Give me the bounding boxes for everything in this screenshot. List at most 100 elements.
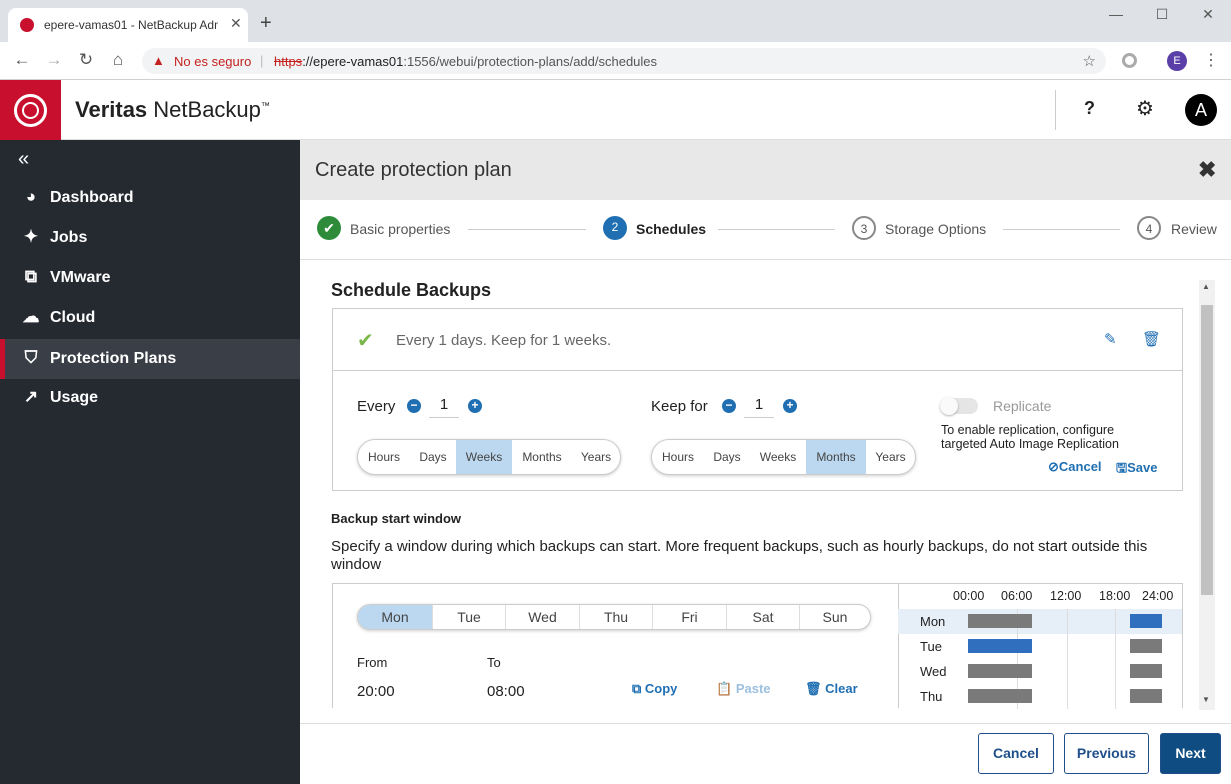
copy-label: Copy [644,681,678,696]
browser-menu-icon[interactable]: ⋮ [1203,50,1219,70]
every-unit-weeks[interactable]: Weeks [456,440,512,474]
window-bar-thu-morning[interactable] [968,689,1032,703]
extension-icon[interactable] [1122,53,1137,68]
bookmark-star-icon[interactable]: ☆ [1083,52,1096,70]
paste-icon: 📋 [716,681,736,696]
user-avatar[interactable]: A [1185,94,1217,126]
window-bar-tue-morning[interactable] [968,639,1032,653]
vmware-icon: ⧉ [24,267,38,286]
sidebar-item-cloud[interactable]: ☁ Cloud [0,298,300,338]
new-tab-button[interactable]: + [260,12,272,35]
edit-pencil-icon[interactable]: ✎ [1104,330,1117,348]
keep-for-label: Keep for [651,398,708,415]
window-bar-wed-morning[interactable] [968,664,1032,678]
close-dialog-icon[interactable]: ✖ [1198,157,1216,183]
reload-icon[interactable]: ↻ [74,50,98,70]
step-label-basic-properties[interactable]: Basic properties [350,221,450,237]
paste-label: Paste [735,681,771,696]
delete-trash-icon[interactable]: 🗑 [1142,330,1161,348]
scrollbar-thumb[interactable] [1201,305,1213,595]
window-bar-thu-evening[interactable] [1130,689,1162,703]
save-disk-icon: 🖫 [1116,460,1128,475]
keep-unit-years[interactable]: Years [866,440,915,474]
from-time-input[interactable]: 20:00 [357,683,395,700]
keep-unit-selector: Hours Days Weeks Months Years [651,439,916,475]
veritas-logo[interactable] [0,80,61,140]
sidebar-item-vmware[interactable]: ⧉ VMware [0,258,300,298]
keep-unit-hours[interactable]: Hours [652,440,704,474]
every-unit-months[interactable]: Months [512,440,572,474]
step-number: 2 [603,216,627,240]
profile-avatar[interactable]: E [1167,51,1187,71]
schedule-summary: Every 1 days. Keep for 1 weeks. [396,332,612,349]
day-sat[interactable]: Sat [726,605,799,629]
day-sun[interactable]: Sun [799,605,870,629]
cancel-button[interactable]: Cancel [978,733,1054,774]
clear-button[interactable]: 🗑 Clear [805,681,858,697]
window-bar-mon-evening[interactable] [1130,614,1162,628]
step-label-storage-options[interactable]: Storage Options [885,221,986,237]
collapse-sidebar-icon[interactable]: « [18,148,29,171]
window-bar-wed-evening[interactable] [1130,664,1162,678]
scroll-up-arrow-icon[interactable]: ▲ [1202,282,1210,291]
sidebar-item-protection-plans[interactable]: ⛉ Protection Plans [0,339,300,379]
dashboard-icon: ◕ [25,187,37,206]
keep-unit-weeks[interactable]: Weeks [750,440,806,474]
maximize-icon[interactable]: ☐ [1139,6,1185,23]
home-icon[interactable]: ⌂ [106,50,130,70]
day-wed[interactable]: Wed [505,605,579,629]
sidebar-item-jobs[interactable]: ✦ Jobs [0,218,300,258]
every-value-input[interactable]: 1 [429,396,459,418]
security-label[interactable]: No es seguro [174,54,251,69]
keep-value-input[interactable]: 1 [744,396,774,418]
every-unit-days[interactable]: Days [410,440,456,474]
paste-button[interactable]: 📋 Paste [716,681,771,697]
step-label-review[interactable]: Review [1171,221,1217,237]
cloud-icon: ☁ [22,307,40,326]
decrement-every-icon[interactable]: − [407,399,421,413]
hour-label: 24:00 [1142,589,1174,603]
hour-label: 12:00 [1050,589,1082,603]
forward-icon[interactable]: → [42,50,66,70]
sidebar-item-usage[interactable]: ↗ Usage [0,378,300,418]
to-time-input[interactable]: 08:00 [487,683,525,700]
page-title: Create protection plan [315,159,512,181]
next-button[interactable]: Next [1160,733,1221,774]
replicate-label: Replicate [993,398,1052,414]
clear-label: Clear [825,681,858,696]
copy-button[interactable]: ⧉ Copy [632,681,677,697]
day-fri[interactable]: Fri [652,605,726,629]
window-bar-tue-evening[interactable] [1130,639,1162,653]
replicate-toggle[interactable] [940,397,978,415]
keep-unit-days[interactable]: Days [704,440,750,474]
previous-button[interactable]: Previous [1064,733,1149,774]
decrement-keep-icon[interactable]: − [722,399,736,413]
to-label: To [487,655,501,670]
window-bar-mon-morning[interactable] [968,614,1032,628]
save-link[interactable]: 🖫Save [1116,459,1157,481]
increment-every-icon[interactable]: + [468,399,482,413]
step-label-schedules[interactable]: Schedules [636,221,706,237]
every-unit-years[interactable]: Years [572,440,620,474]
keep-unit-months[interactable]: Months [806,440,866,474]
step-connector [1003,229,1120,230]
increment-keep-icon[interactable]: + [783,399,797,413]
address-bar[interactable]: ▲ No es seguro | https://epere-vamas01:1… [142,48,1106,74]
minimize-icon[interactable]: — [1093,6,1139,22]
window-close-icon[interactable]: ✕ [1185,6,1231,23]
gear-icon[interactable]: ⚙ [1136,96,1154,121]
sidebar-item-dashboard[interactable]: ◕ Dashboard [0,178,300,218]
cancel-link[interactable]: ⊘Cancel [1048,459,1102,475]
tab-close-icon[interactable]: ✕ [230,15,242,32]
scroll-down-arrow-icon[interactable]: ▼ [1202,695,1210,704]
day-mon[interactable]: Mon [358,605,432,629]
backup-window-description: Specify a window during which backups ca… [331,538,1148,573]
day-thu[interactable]: Thu [579,605,652,629]
browser-tab[interactable]: epere-vamas01 - NetBackup Adm ✕ [8,8,248,42]
every-unit-hours[interactable]: Hours [358,440,410,474]
shield-icon: ⛉ [24,348,38,367]
grid-day-label: Wed [920,664,947,679]
help-icon[interactable]: ? [1084,98,1095,119]
back-icon[interactable]: ← [10,50,34,70]
day-tue[interactable]: Tue [432,605,505,629]
